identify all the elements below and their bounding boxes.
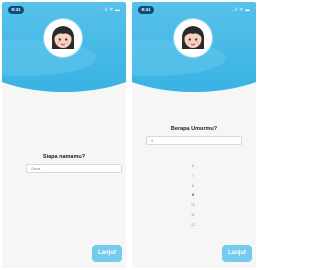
continue-button[interactable]: Lanjut	[92, 245, 122, 262]
name-input[interactable]: Gena	[26, 164, 122, 173]
girl-avatar-icon	[181, 26, 205, 49]
age-option[interactable]: 9	[178, 191, 208, 201]
girl-avatar-icon	[51, 26, 75, 49]
continue-button[interactable]: Lanjut	[222, 245, 252, 262]
age-option[interactable]: 10	[178, 201, 208, 211]
age-picker[interactable]: 6 7 8 9 10 11 12	[178, 162, 208, 231]
status-indicators: ..il ᯤ ▬	[231, 7, 250, 12]
name-question: Siapa namamu?	[42, 154, 86, 160]
age-option[interactable]: 7	[178, 172, 208, 182]
status-time: 9:41	[138, 6, 154, 14]
age-question: Berapa Umurmu?	[170, 126, 218, 132]
age-option[interactable]: 6	[178, 162, 208, 172]
age-option[interactable]: 8	[178, 182, 208, 192]
status-time: 9:41	[8, 6, 24, 14]
status-indicators: ..il ᯤ ▬	[101, 7, 120, 12]
age-input[interactable]: 9	[146, 136, 242, 145]
age-option[interactable]: 12	[178, 221, 208, 231]
name-entry-screen: 9:41 ..il ᯤ ▬ Siapa namamu? Gena Lanjut	[2, 2, 126, 268]
age-entry-screen: 9:41 ..il ᯤ ▬ Berapa Umurmu? 9 6 7 8 9 10 11 1…	[132, 2, 256, 268]
avatar	[44, 19, 82, 57]
avatar	[174, 19, 212, 57]
age-option[interactable]: 11	[178, 211, 208, 221]
